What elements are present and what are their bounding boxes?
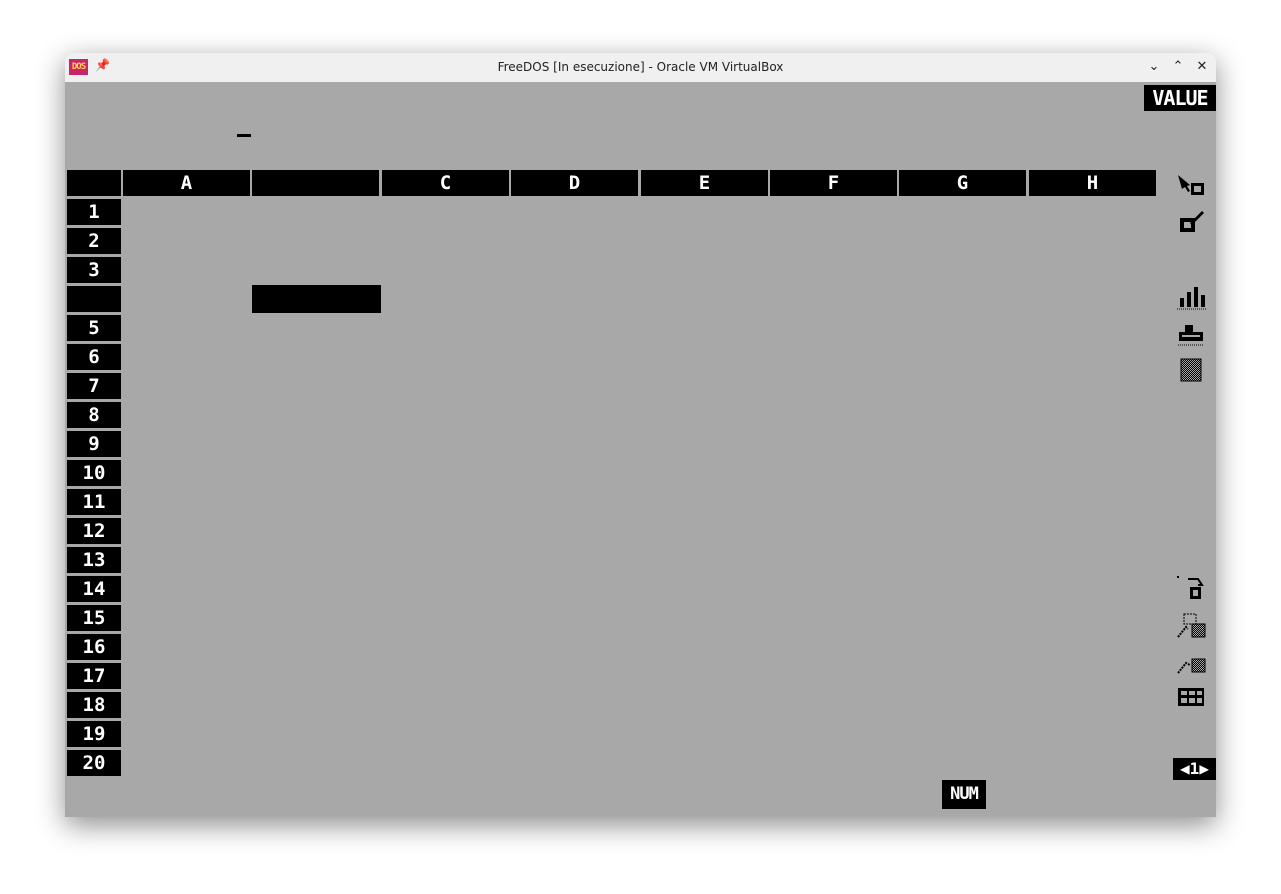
- sheet-navigator[interactable]: ◀1▶: [1173, 758, 1216, 780]
- row-header[interactable]: 1: [67, 199, 121, 225]
- bar-chart-icon[interactable]: [1176, 284, 1206, 310]
- row-header[interactable]: 15: [67, 605, 121, 631]
- row-header[interactable]: 13: [67, 547, 121, 573]
- move-range-icon[interactable]: [1176, 653, 1206, 679]
- row-header[interactable]: 2: [67, 228, 121, 254]
- row-header[interactable]: [67, 286, 121, 312]
- row-header[interactable]: 18: [67, 692, 121, 718]
- row-header[interactable]: 12: [67, 518, 121, 544]
- minimize-button[interactable]: ⌄: [1144, 57, 1164, 77]
- row-header[interactable]: 6: [67, 344, 121, 370]
- row-header[interactable]: 9: [67, 431, 121, 457]
- column-header[interactable]: D: [511, 170, 638, 196]
- cell-pointer-icon[interactable]: [1176, 173, 1206, 199]
- column-header[interactable]: H: [1029, 170, 1156, 196]
- column-header[interactable]: [252, 170, 379, 196]
- grid-pattern-icon[interactable]: [1176, 357, 1206, 383]
- table-icon[interactable]: [1176, 684, 1206, 710]
- active-cell[interactable]: [252, 285, 381, 313]
- row-header[interactable]: 5: [67, 315, 121, 341]
- column-header[interactable]: A: [123, 170, 250, 196]
- virtualbox-window: DOS 📌 FreeDOS [In esecuzione] - Oracle V…: [65, 53, 1216, 817]
- edit-cell-icon[interactable]: [1176, 209, 1206, 235]
- row-header[interactable]: 8: [67, 402, 121, 428]
- column-header[interactable]: F: [770, 170, 897, 196]
- row-header[interactable]: 17: [67, 663, 121, 689]
- close-button[interactable]: ✕: [1192, 57, 1212, 77]
- column-header[interactable]: G: [899, 170, 1026, 196]
- mode-indicator: VALUE: [1144, 85, 1216, 111]
- row-header[interactable]: 20: [67, 750, 121, 776]
- row-header[interactable]: 19: [67, 721, 121, 747]
- row-header[interactable]: 16: [67, 634, 121, 660]
- num-lock-indicator: NUM: [942, 780, 986, 809]
- delete-cell-icon[interactable]: [1176, 575, 1206, 601]
- copy-range-icon[interactable]: [1176, 613, 1206, 639]
- printer-icon[interactable]: [1176, 322, 1206, 348]
- row-header[interactable]: 10: [67, 460, 121, 486]
- input-cursor: [237, 134, 251, 137]
- maximize-button[interactable]: ⌃: [1168, 57, 1188, 77]
- dos-screen[interactable]: VALUE ACDEFGH 1 2 3 5 6 7 8 9 10 11 12 13 14 15 16 17 18…: [65, 82, 1216, 817]
- row-header[interactable]: 7: [67, 373, 121, 399]
- title-bar[interactable]: DOS 📌 FreeDOS [In esecuzione] - Oracle V…: [65, 53, 1216, 83]
- column-header[interactable]: E: [641, 170, 768, 196]
- row-header[interactable]: 3: [67, 257, 121, 283]
- column-header[interactable]: C: [382, 170, 509, 196]
- window-title: FreeDOS [In esecuzione] - Oracle VM Virt…: [497, 60, 784, 74]
- select-all-corner[interactable]: [67, 170, 121, 196]
- row-header[interactable]: 11: [67, 489, 121, 515]
- row-header[interactable]: 14: [67, 576, 121, 602]
